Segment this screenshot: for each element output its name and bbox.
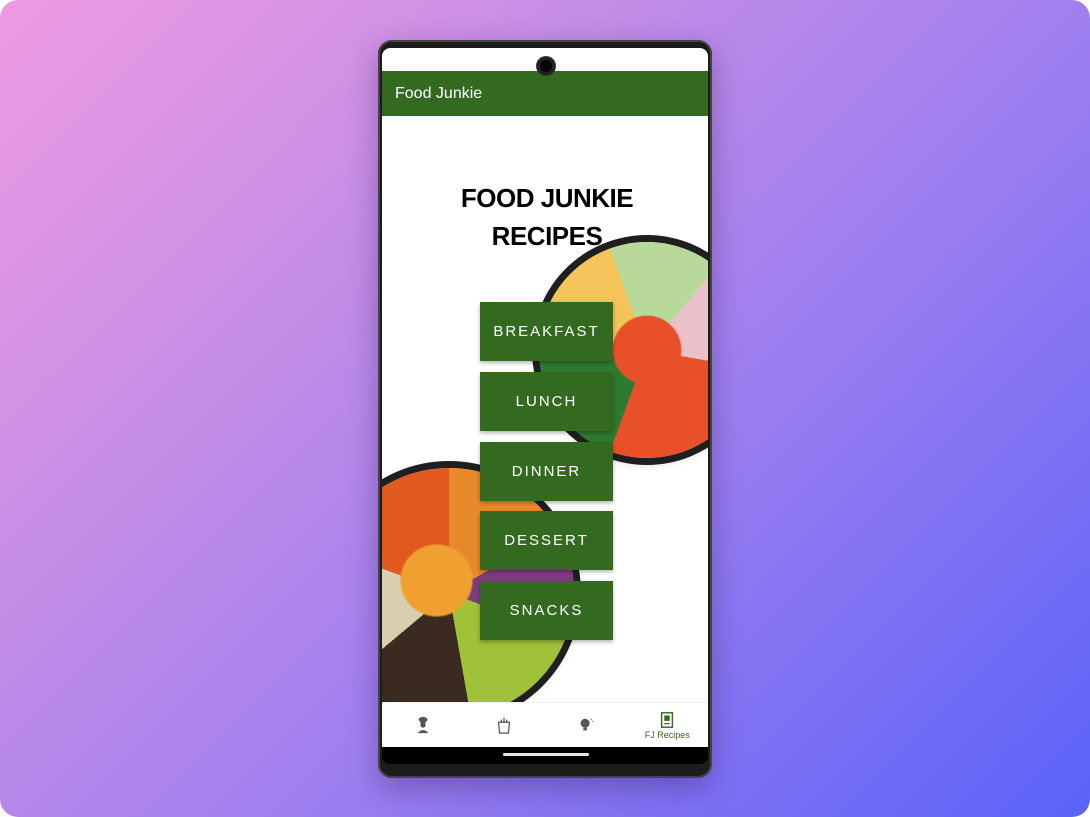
category-menu: BREAKFAST LUNCH DINNER DESSERT SNACKS [480,302,613,651]
recipe-book-icon [661,711,674,728]
main-content: FOOD JUNKIE RECIPES BREAKFAST LUNCH DINN… [382,116,708,702]
heading-line-1: FOOD JUNKIE [460,183,634,213]
home-indicator[interactable] [503,753,589,756]
page-heading: FOOD JUNKIE RECIPES [422,179,672,255]
breakfast-button[interactable]: BREAKFAST [480,302,613,361]
dinner-button[interactable]: DINNER [480,441,613,501]
lightbulb-icon [580,718,593,731]
phone-frame: Food Junkie FOOD JUNKIE RECIPES BREAKFAS… [378,40,712,778]
grocery-bag-icon [498,717,511,734]
nav-item-grocery[interactable] [464,703,546,747]
app-bar-title: Food Junkie [395,84,483,102]
nav-label-fj-recipes: FJ Recipes [644,729,690,740]
nav-item-chef[interactable] [382,703,464,747]
dessert-button[interactable]: DESSERT [480,511,613,571]
page-background: Food Junkie FOOD JUNKIE RECIPES BREAKFAS… [0,0,1090,817]
bottom-navigation: FJ Recipes [382,702,708,747]
heading-line-2: RECIPES [491,221,603,251]
nav-item-tips[interactable] [545,703,627,747]
front-camera [537,57,555,75]
snacks-button[interactable]: SNACKS [480,581,613,641]
lunch-button[interactable]: LUNCH [480,371,613,431]
chef-icon [417,716,429,734]
app-bar: Food Junkie [382,71,708,116]
phone-screen: Food Junkie FOOD JUNKIE RECIPES BREAKFAS… [382,48,708,764]
nav-item-fj-recipes[interactable]: FJ Recipes [627,703,709,747]
